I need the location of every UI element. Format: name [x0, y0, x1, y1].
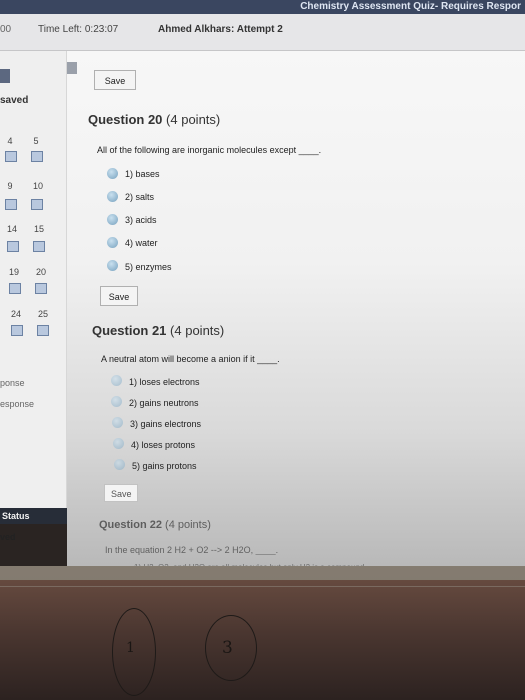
question-title: Question 22 (4 points) [99, 519, 211, 531]
question-status-icon[interactable] [9, 283, 21, 294]
answer-radio[interactable] [107, 168, 118, 179]
answer-option[interactable]: 5) gains protons [132, 461, 197, 471]
answer-option[interactable]: 3) gains electrons [130, 419, 201, 429]
save-button[interactable]: Save [94, 70, 136, 90]
window-title-bar: Chemistry Assessment Quiz- Requires Resp… [0, 0, 525, 14]
answer-radio[interactable] [107, 237, 118, 248]
answer-radio[interactable] [111, 396, 122, 407]
answer-option[interactable]: 4) water [125, 238, 158, 248]
question-number[interactable]: 15 [33, 224, 45, 234]
saved-label: saved [0, 95, 29, 106]
question-status-icon[interactable] [37, 325, 49, 336]
answer-radio[interactable] [113, 438, 124, 449]
question-number-label: Question 21 [92, 323, 167, 338]
answer-radio[interactable] [107, 214, 118, 225]
question-number[interactable]: 25 [37, 309, 49, 319]
question-prompt: In the equation 2 H2 + O2 --> 2 H2O, ___… [105, 545, 279, 555]
question-number[interactable]: 9 [4, 181, 16, 191]
question-number[interactable]: 5 [30, 136, 42, 146]
question-prompt: A neutral atom will become a anion if it… [101, 354, 280, 364]
question-number-label: Question 22 [99, 519, 162, 531]
question-number[interactable]: 4 [4, 136, 16, 146]
sidebar-tab[interactable] [0, 69, 10, 83]
response-label: esponse [0, 399, 35, 409]
question-points: (4 points) [170, 323, 225, 338]
header-number: 00 [0, 24, 12, 35]
question-status-icon[interactable] [11, 325, 23, 336]
answer-option[interactable]: 2) gains neutrons [129, 398, 199, 408]
question-status-icon[interactable] [31, 151, 43, 162]
question-status-icon[interactable] [35, 283, 47, 294]
panel-scroll-handle[interactable] [67, 62, 77, 74]
answer-radio[interactable] [107, 260, 118, 271]
answer-radio[interactable] [111, 375, 122, 386]
quiz-header: 00 Time Left: 0:23:07 Ahmed Alkhars: Att… [0, 14, 525, 51]
response-label: ponse [0, 378, 25, 388]
question-number[interactable]: 10 [32, 181, 44, 191]
answer-radio[interactable] [112, 417, 123, 428]
question-prompt: All of the following are inorganic molec… [97, 145, 322, 155]
question-status-icon[interactable] [7, 241, 19, 252]
handwritten-mark: 1 [126, 640, 135, 656]
question-status-icon[interactable] [5, 151, 17, 162]
attempt-label: Ahmed Alkhars: Attempt 2 [158, 24, 283, 35]
paper-edge [0, 566, 525, 580]
handwritten-mark: 3 [222, 638, 233, 658]
window-title: Chemistry Assessment Quiz- Requires Resp… [300, 1, 521, 12]
answer-option[interactable]: 1) bases [125, 169, 160, 179]
question-status-icon[interactable] [5, 199, 17, 210]
paper-rule [0, 586, 525, 587]
question-points: (4 points) [166, 112, 221, 127]
question-title: Question 21 (4 points) [92, 323, 224, 338]
answer-option[interactable]: 5) enzymes [125, 262, 172, 272]
question-status-icon[interactable] [33, 241, 45, 252]
question-title: Question 20 (4 points) [88, 112, 220, 127]
question-navigator: saved 4 5 9 10 14 15 19 20 24 25 ponse e… [0, 51, 67, 511]
time-left: Time Left: 0:23:07 [38, 24, 119, 35]
save-button[interactable]: Save [104, 484, 138, 502]
question-number[interactable]: 14 [6, 224, 18, 234]
answer-option[interactable]: 3) acids [125, 215, 157, 225]
question-number[interactable]: 20 [35, 267, 47, 277]
question-points: (4 points) [165, 519, 211, 531]
question-number-label: Question 20 [88, 112, 163, 127]
answer-option[interactable]: 1) loses electrons [129, 377, 200, 387]
answer-option[interactable]: 2) salts [125, 192, 154, 202]
answer-option[interactable]: 4) loses protons [131, 440, 195, 450]
answer-radio[interactable] [114, 459, 125, 470]
question-number[interactable]: 19 [8, 267, 20, 277]
answer-radio[interactable] [107, 191, 118, 202]
question-number[interactable]: 24 [10, 309, 22, 319]
desk-paper [0, 566, 525, 700]
save-button[interactable]: Save [100, 286, 138, 306]
question-status-icon[interactable] [31, 199, 43, 210]
status-value: ved [0, 532, 16, 542]
